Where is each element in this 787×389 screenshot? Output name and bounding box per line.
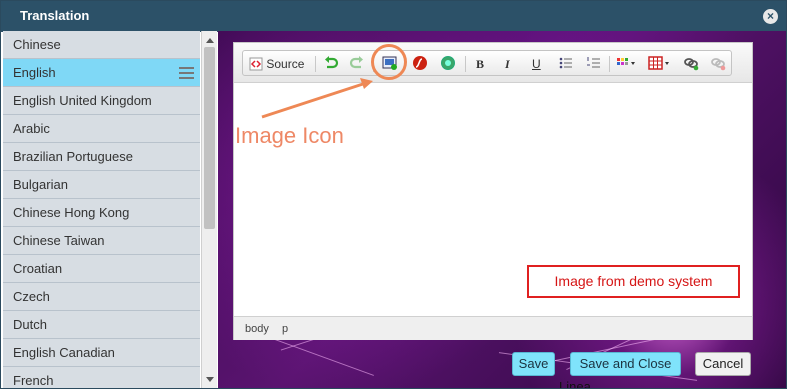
numbered-list-icon[interactable] (586, 55, 602, 73)
language-item-czech[interactable]: Czech (3, 283, 200, 311)
bulleted-list-icon[interactable] (558, 55, 574, 73)
language-item-english-uk[interactable]: English United Kingdom (3, 87, 200, 115)
language-label: Chinese (13, 37, 61, 52)
language-item-chinese[interactable]: Chinese (3, 31, 200, 59)
source-label: Source (266, 57, 305, 71)
language-label: English Canadian (13, 345, 115, 360)
dialog-title: Translation (20, 8, 90, 23)
language-list: Chinese English English United Kingdom A… (3, 31, 200, 388)
language-list-scrollbar[interactable] (201, 31, 217, 388)
dialog-titlebar: Translation × (1, 1, 786, 32)
unlink-icon[interactable] (710, 55, 728, 73)
language-item-chinese-taiwan[interactable]: Chinese Taiwan (3, 227, 200, 255)
language-label: Bulgarian (13, 177, 68, 192)
source-button[interactable]: Source (249, 55, 309, 73)
translation-dialog: Translation × Chinese English English Un… (0, 0, 787, 389)
underline-button[interactable]: U (532, 55, 546, 73)
language-item-brazilian-portuguese[interactable]: Brazilian Portuguese (3, 143, 200, 171)
color-picker-icon[interactable] (616, 55, 640, 73)
scroll-up-icon[interactable] (206, 38, 214, 43)
table-icon[interactable] (648, 55, 674, 73)
language-item-croatian[interactable]: Croatian (3, 255, 200, 283)
annotation-label: Image Icon (235, 123, 344, 148)
close-icon[interactable]: × (763, 9, 778, 24)
language-item-french[interactable]: French (3, 367, 200, 388)
language-item-chinese-hong-kong[interactable]: Chinese Hong Kong (3, 199, 200, 227)
save-and-close-button[interactable]: Save and Close (570, 352, 681, 376)
language-item-arabic[interactable]: Arabic (3, 115, 200, 143)
background-peek-text: Linea (559, 379, 591, 389)
scrollbar-thumb[interactable] (204, 47, 215, 229)
source-icon (249, 57, 263, 71)
language-label: Chinese Hong Kong (13, 205, 130, 220)
language-label: Czech (13, 289, 50, 304)
element-path-bar: body p (234, 316, 752, 340)
language-label: Chinese Taiwan (13, 233, 105, 248)
annotation-arrow (261, 78, 373, 119)
language-item-dutch[interactable]: Dutch (3, 311, 200, 339)
path-item-body[interactable]: body (245, 323, 269, 335)
link-icon[interactable] (683, 55, 701, 73)
menu-icon[interactable] (179, 67, 194, 79)
scroll-down-icon[interactable] (206, 377, 214, 382)
language-label: Croatian (13, 261, 63, 276)
flash-icon[interactable] (412, 55, 430, 73)
language-label: English (13, 65, 56, 80)
redo-icon[interactable] (349, 55, 367, 73)
iframe-icon[interactable] (440, 55, 458, 73)
undo-icon[interactable] (323, 55, 341, 73)
language-item-bulgarian[interactable]: Bulgarian (3, 171, 200, 199)
cancel-button[interactable]: Cancel (695, 352, 751, 376)
language-label: Arabic (13, 121, 50, 136)
demo-note: Image from demo system (527, 265, 740, 298)
save-button[interactable]: Save (512, 352, 555, 376)
language-label: Dutch (13, 317, 47, 332)
path-item-p[interactable]: p (282, 323, 288, 335)
language-label: French (13, 373, 54, 388)
language-item-english[interactable]: English (3, 59, 200, 87)
bold-button[interactable]: B (476, 55, 490, 73)
italic-button[interactable]: I (505, 55, 519, 73)
language-item-english-canadian[interactable]: English Canadian (3, 339, 200, 367)
language-label: Brazilian Portuguese (13, 149, 133, 164)
language-label: English United Kingdom (13, 93, 152, 108)
